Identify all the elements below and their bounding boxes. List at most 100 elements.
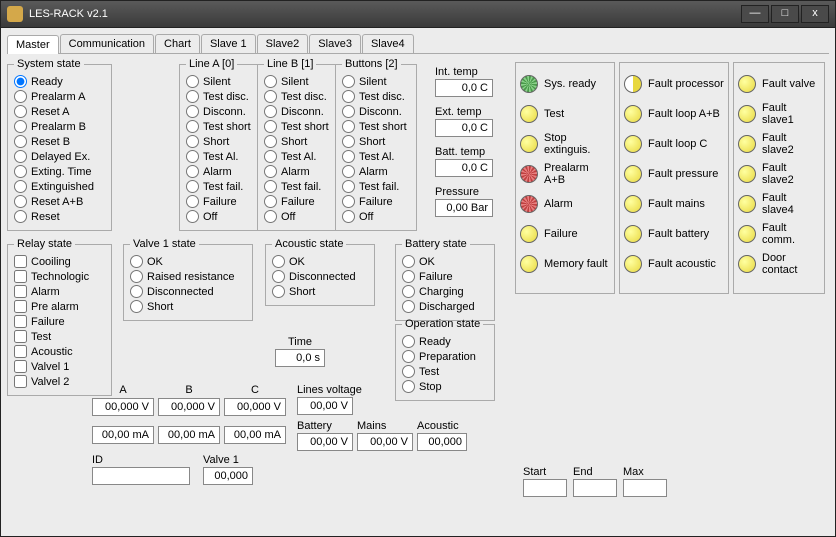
battery-option[interactable]: Discharged [402,299,488,314]
max-input[interactable] [623,479,667,497]
minimize-button[interactable]: — [741,5,769,23]
tab-slave3[interactable]: Slave3 [309,34,361,53]
buttons-legend: Buttons [2] [342,58,401,70]
operation-option[interactable]: Stop [402,379,488,394]
line-a-option[interactable]: Test fail. [186,179,251,194]
line-a-option[interactable]: Failure [186,194,251,209]
battery-option[interactable]: Failure [402,269,488,284]
valve1-option[interactable]: OK [130,254,246,269]
operation-option[interactable]: Ready [402,334,488,349]
tab-slave1[interactable]: Slave 1 [201,34,256,53]
relay-option[interactable]: Technologic [14,269,105,284]
amp-c: 00,00 mA [224,426,286,444]
buttons-option[interactable]: Silent [342,74,410,89]
tab-slave2[interactable]: Slave2 [257,34,309,53]
id-label: ID [92,454,190,466]
buttons-option[interactable]: Test short [342,119,410,134]
line-a-option[interactable]: Short [186,134,251,149]
line-b-option[interactable]: Silent [264,74,329,89]
max-label: Max [623,466,667,478]
line-b-group: Line B [1] SilentTest disc.Disconn.Test … [257,58,336,231]
close-button[interactable]: x [801,5,829,23]
maximize-button[interactable]: □ [771,5,799,23]
tab-master[interactable]: Master [7,35,59,54]
indicator: Fault battery [624,219,724,249]
relay-option[interactable]: Valvel 1 [14,359,105,374]
led-icon [520,165,538,183]
valve1-option[interactable]: Short [130,299,246,314]
buttons-option[interactable]: Test disc. [342,89,410,104]
operation-state-group: Operation state ReadyPreparationTestStop [395,318,495,401]
indicator: Failure [520,219,610,249]
line-b-option[interactable]: Short [264,134,329,149]
system-state-option[interactable]: Prealarm B [14,119,105,134]
line-b-option[interactable]: Test Al. [264,149,329,164]
acoustic-option[interactable]: Short [272,284,368,299]
lines-voltage-label: Lines voltage [297,384,362,396]
indicator: Fault slave2 [738,159,820,189]
line-a-option[interactable]: Test disc. [186,89,251,104]
system-state-option[interactable]: Delayed Ex. [14,149,105,164]
acoustic-option[interactable]: OK [272,254,368,269]
buttons-option[interactable]: Failure [342,194,410,209]
start-input[interactable] [523,479,567,497]
buttons-group: Buttons [2] SilentTest disc.Disconn.Test… [335,58,417,231]
relay-option[interactable]: Cooiling [14,254,105,269]
valve1-option[interactable]: Disconnected [130,284,246,299]
line-b-option[interactable]: Disconn. [264,104,329,119]
buttons-option[interactable]: Test Al. [342,149,410,164]
tab-slave4[interactable]: Slave4 [362,34,414,53]
acoustic-option[interactable]: Disconnected [272,269,368,284]
line-b-option[interactable]: Alarm [264,164,329,179]
line-a-option[interactable]: Silent [186,74,251,89]
relay-option[interactable]: Failure [14,314,105,329]
line-b-option[interactable]: Test disc. [264,89,329,104]
volt-c: 00,000 V [224,398,286,416]
buttons-option[interactable]: Alarm [342,164,410,179]
relay-option[interactable]: Pre alarm [14,299,105,314]
operation-option[interactable]: Test [402,364,488,379]
line-a-option[interactable]: Off [186,209,251,224]
indicator: Fault comm. [738,219,820,249]
buttons-option[interactable]: Short [342,134,410,149]
battery-option[interactable]: OK [402,254,488,269]
acoustic-state-group: Acoustic state OKDisconnectedShort [265,238,375,306]
acoustic-volt-value: 00,000 [417,433,467,451]
buttons-option[interactable]: Disconn. [342,104,410,119]
indicator-col-1: Sys. readyTestStop extinguis.Prealarm A+… [515,62,615,294]
int-temp-value: 0,0 C [435,79,493,97]
relay-option[interactable]: Alarm [14,284,105,299]
operation-option[interactable]: Preparation [402,349,488,364]
valve1-option[interactable]: Raised resistance [130,269,246,284]
battery-volt-value: 00,00 V [297,433,353,451]
line-a-option[interactable]: Alarm [186,164,251,179]
led-icon [520,75,538,93]
indicator-col-2: Fault processorFault loop A+BFault loop … [619,62,729,294]
line-b-option[interactable]: Off [264,209,329,224]
system-state-option[interactable]: Ready [14,74,105,89]
system-state-option[interactable]: Reset A [14,104,105,119]
buttons-option[interactable]: Test fail. [342,179,410,194]
line-a-option[interactable]: Test Al. [186,149,251,164]
buttons-option[interactable]: Off [342,209,410,224]
system-state-option[interactable]: Exting. Time [14,164,105,179]
tab-communication[interactable]: Communication [60,34,154,53]
system-state-option[interactable]: Reset B [14,134,105,149]
acoustic-legend: Acoustic state [272,238,346,250]
relay-option[interactable]: Test [14,329,105,344]
system-state-option[interactable]: Prealarm A [14,89,105,104]
line-a-option[interactable]: Test short [186,119,251,134]
end-input[interactable] [573,479,617,497]
system-state-option[interactable]: Extinguished [14,179,105,194]
led-icon [624,255,642,273]
line-b-option[interactable]: Failure [264,194,329,209]
id-input[interactable] [92,467,190,485]
system-state-option[interactable]: Reset A+B [14,194,105,209]
tab-chart[interactable]: Chart [155,34,200,53]
line-a-option[interactable]: Disconn. [186,104,251,119]
relay-option[interactable]: Acoustic [14,344,105,359]
line-b-option[interactable]: Test short [264,119,329,134]
battery-option[interactable]: Charging [402,284,488,299]
system-state-option[interactable]: Reset [14,209,105,224]
line-b-option[interactable]: Test fail. [264,179,329,194]
